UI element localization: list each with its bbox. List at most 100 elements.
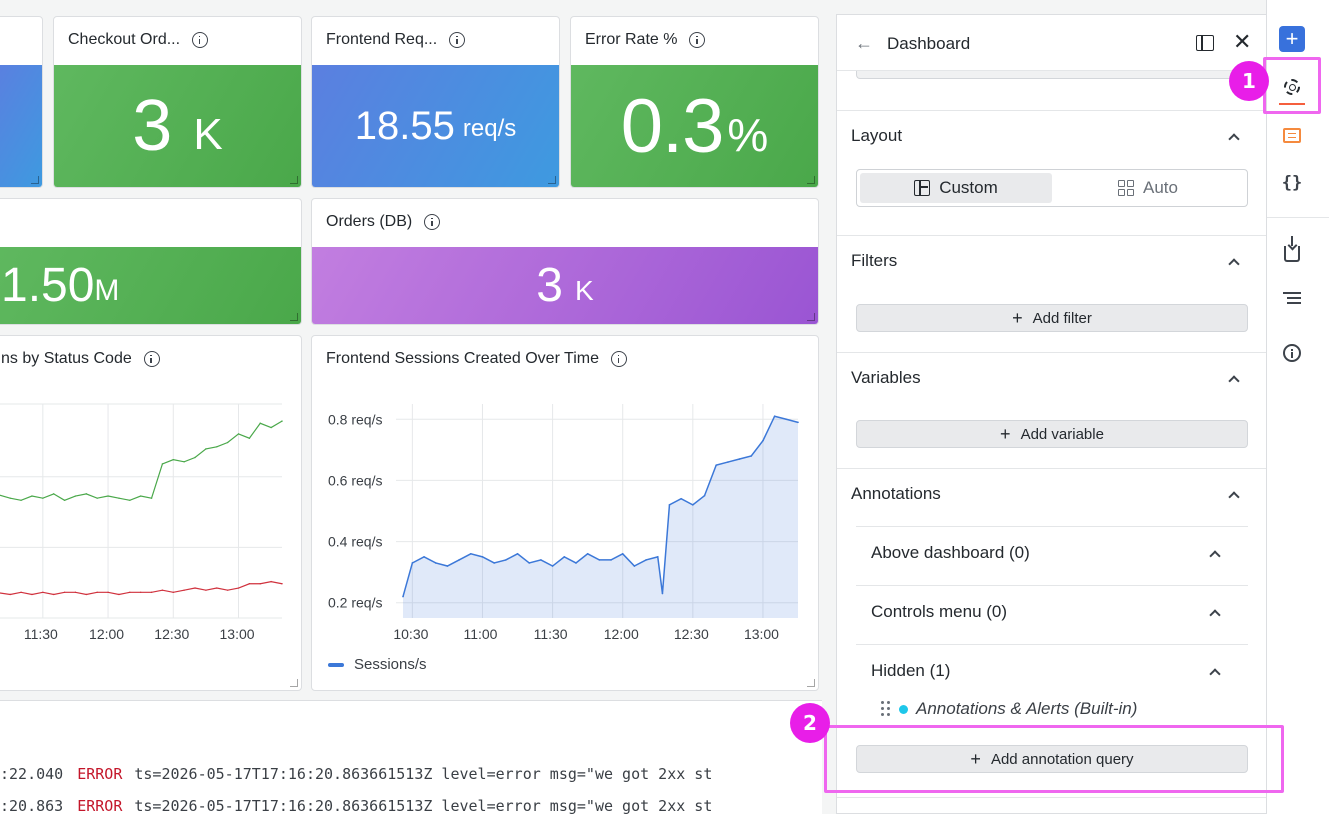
x-tick-label: 12:00 — [604, 626, 639, 642]
resize-handle[interactable] — [31, 176, 39, 184]
info-icon[interactable] — [689, 32, 706, 48]
layout-option-custom[interactable]: Custom — [860, 173, 1052, 203]
chevron-up-icon[interactable] — [1228, 258, 1240, 270]
add-variable-label: Add variable — [1020, 425, 1104, 443]
stat-unit: req/s — [462, 115, 517, 142]
layout-option-label: Auto — [1143, 178, 1178, 197]
data-point — [785, 418, 788, 421]
error-rate-panel[interactable]: Error Rate % 0.3 % — [570, 16, 819, 188]
info-icon[interactable] — [449, 32, 466, 48]
resize-handle[interactable] — [548, 176, 556, 184]
resize-handle[interactable] — [807, 679, 815, 687]
annotation-group-above-dashboard[interactable]: Above dashboard (0) — [856, 526, 1248, 585]
stat-value: 18.55 — [354, 103, 455, 148]
add-filter-button[interactable]: + Add filter — [856, 304, 1248, 332]
chevron-up-icon[interactable] — [1228, 133, 1240, 145]
frontend-requests-panel[interactable]: Frontend Req... 18.55 req/s — [311, 16, 560, 188]
data-point — [31, 495, 33, 497]
add-icon[interactable]: + — [1279, 26, 1305, 52]
resize-handle[interactable] — [807, 313, 815, 321]
data-point — [469, 553, 472, 555]
data-point — [586, 553, 589, 555]
resize-handle[interactable] — [807, 176, 815, 184]
data-point — [226, 441, 229, 444]
dock-panel-icon[interactable] — [1196, 35, 1214, 51]
orders-db-title: Orders (DB) — [326, 213, 413, 230]
y-tick-label: 0.2 req/s — [328, 595, 382, 611]
settings-button[interactable] — [1279, 74, 1305, 105]
stat-value: 3 — [132, 86, 172, 166]
orders-db-panel[interactable]: Orders (DB) 3 K — [311, 198, 819, 325]
resize-handle[interactable] — [290, 679, 298, 687]
data-point — [610, 559, 612, 561]
stat-fill: 1.50 M — [0, 247, 301, 324]
chevron-up-icon[interactable] — [1209, 550, 1221, 562]
data-point — [183, 461, 185, 463]
resize-handle[interactable] — [290, 176, 298, 184]
log-line[interactable]: :22.040 ERROR ts=2026-05-17T17:16:20.86366… — [0, 765, 712, 783]
data-point — [703, 494, 706, 497]
partial-stat-panel[interactable]: 1.50 M — [0, 198, 302, 325]
status-code-chart-panel[interactable]: ns by Status Code 11:30 12:00 12:30 13:00 — [0, 335, 302, 691]
stat-value: 0.3 — [620, 83, 725, 169]
info-button[interactable] — [1279, 340, 1305, 366]
data-point — [692, 504, 694, 506]
info-icon[interactable] — [424, 214, 441, 230]
stat-unit: K — [575, 274, 594, 306]
annotation-group-hidden[interactable]: Hidden (1) — [856, 644, 1248, 703]
export-button[interactable] — [1279, 236, 1305, 265]
data-point — [63, 499, 66, 501]
chevron-up-icon[interactable] — [1209, 668, 1221, 680]
layout-option-auto[interactable]: Auto — [1053, 173, 1243, 203]
json-button[interactable]: {} — [1279, 170, 1305, 196]
data-point — [270, 580, 272, 583]
partial-stat-panel-top[interactable] — [0, 16, 43, 188]
data-point — [516, 553, 519, 555]
annotation-group-label: Above dashboard (0) — [871, 543, 1030, 562]
variables-section: Variables — [837, 353, 1266, 469]
legend-label: Sessions/s — [354, 656, 427, 673]
data-point — [668, 504, 671, 506]
add-variable-button[interactable]: + Add variable — [856, 420, 1248, 448]
data-point — [411, 562, 414, 564]
resize-handle[interactable] — [290, 313, 298, 321]
data-point — [505, 559, 507, 561]
chevron-up-icon[interactable] — [1228, 375, 1240, 387]
checkout-orders-panel[interactable]: Checkout Ord... 3 K — [53, 16, 302, 188]
data-point — [270, 426, 272, 429]
annotation-item-label: Annotations & Alerts (Built-in) — [916, 699, 1138, 718]
toolbar-divider — [1267, 217, 1329, 218]
data-point — [540, 559, 542, 561]
log-level: ERROR — [77, 765, 123, 783]
logs-panel[interactable]: :22.040 ERROR ts=2026-05-17T17:16:20.86366… — [0, 700, 822, 814]
sessions-chart-panel[interactable]: Frontend Sessions Created Over Time 0.2 … — [311, 335, 819, 691]
annotation-item-builtin[interactable]: Annotations & Alerts (Built-in) — [881, 699, 1137, 719]
data-point — [53, 493, 55, 495]
chevron-up-icon[interactable] — [1209, 609, 1221, 621]
add-annotation-query-button[interactable]: + Add annotation query — [856, 745, 1248, 773]
data-point — [237, 433, 240, 435]
data-point — [680, 497, 682, 500]
data-point — [773, 415, 776, 418]
chevron-up-icon[interactable] — [1228, 491, 1240, 503]
outline-button[interactable] — [1279, 286, 1305, 312]
data-point — [9, 593, 11, 596]
chart-legend[interactable]: Sessions/s — [328, 656, 427, 673]
add-annotation-query-label: Add annotation query — [990, 750, 1134, 768]
status-code-chart: 11:30 12:00 12:30 13:00 — [0, 403, 283, 642]
drag-handle-icon[interactable] — [881, 701, 891, 717]
log-line[interactable]: :20.863 ERROR ts=2026-05-17T17:16:20.86366… — [0, 797, 712, 814]
data-point — [458, 559, 460, 561]
annotation-group-controls-menu[interactable]: Controls menu (0) — [856, 585, 1248, 644]
comments-button[interactable] — [1279, 122, 1305, 148]
grid-icon — [1118, 180, 1134, 196]
back-arrow-icon[interactable]: ← — [855, 33, 873, 54]
right-toolbar: + {} — [1266, 0, 1329, 814]
info-icon[interactable] — [192, 32, 209, 48]
data-point — [53, 593, 55, 596]
x-tick-label: 13:00 — [220, 626, 255, 642]
data-point — [139, 495, 142, 497]
data-point — [738, 458, 741, 460]
data-point — [9, 497, 11, 499]
close-icon[interactable]: ✕ — [1233, 29, 1251, 55]
